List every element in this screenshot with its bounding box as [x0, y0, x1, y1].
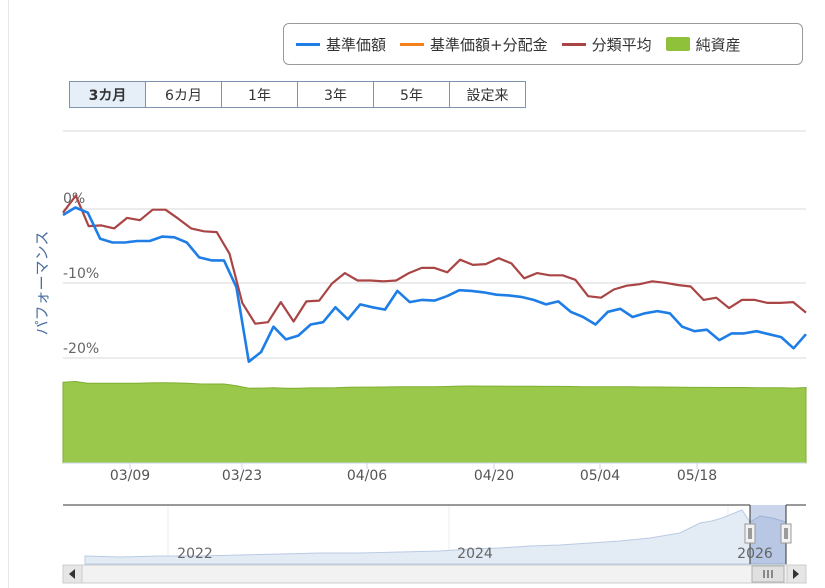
navigator-handle-left-body — [744, 523, 756, 544]
y-axis-title: パフォーマンス — [33, 231, 51, 336]
category-average-line — [62, 194, 807, 325]
performance-chart: パフォーマンス 0% -10% -20% 03/09 03/23 04/06 0… — [33, 130, 807, 584]
x-tick-label: 04/06 — [347, 468, 387, 484]
scrollbar[interactable] — [62, 564, 807, 584]
navigator-year-label: 2024 — [457, 546, 493, 562]
navigator-year-label: 2022 — [177, 546, 213, 562]
y-tick-label: -20% — [63, 341, 99, 357]
navigator-handle-right-body — [780, 523, 792, 544]
y-tick-label: -10% — [63, 266, 99, 282]
net-assets-area — [62, 380, 807, 464]
nav-line — [62, 206, 807, 363]
x-tick-label: 03/09 — [110, 468, 150, 484]
navigator-year-label: 2026 — [737, 546, 773, 562]
navigator-handle-right[interactable] — [780, 523, 792, 544]
x-tick-label: 03/23 — [222, 468, 262, 484]
navigator-handle-left[interactable] — [744, 523, 756, 544]
scrollbar-track[interactable] — [62, 564, 807, 584]
x-tick-label: 05/18 — [677, 468, 717, 484]
x-tick-label: 05/04 — [580, 468, 620, 484]
navigator[interactable]: 2022 2024 2026 — [63, 504, 806, 565]
x-tick-label: 04/20 — [474, 468, 514, 484]
